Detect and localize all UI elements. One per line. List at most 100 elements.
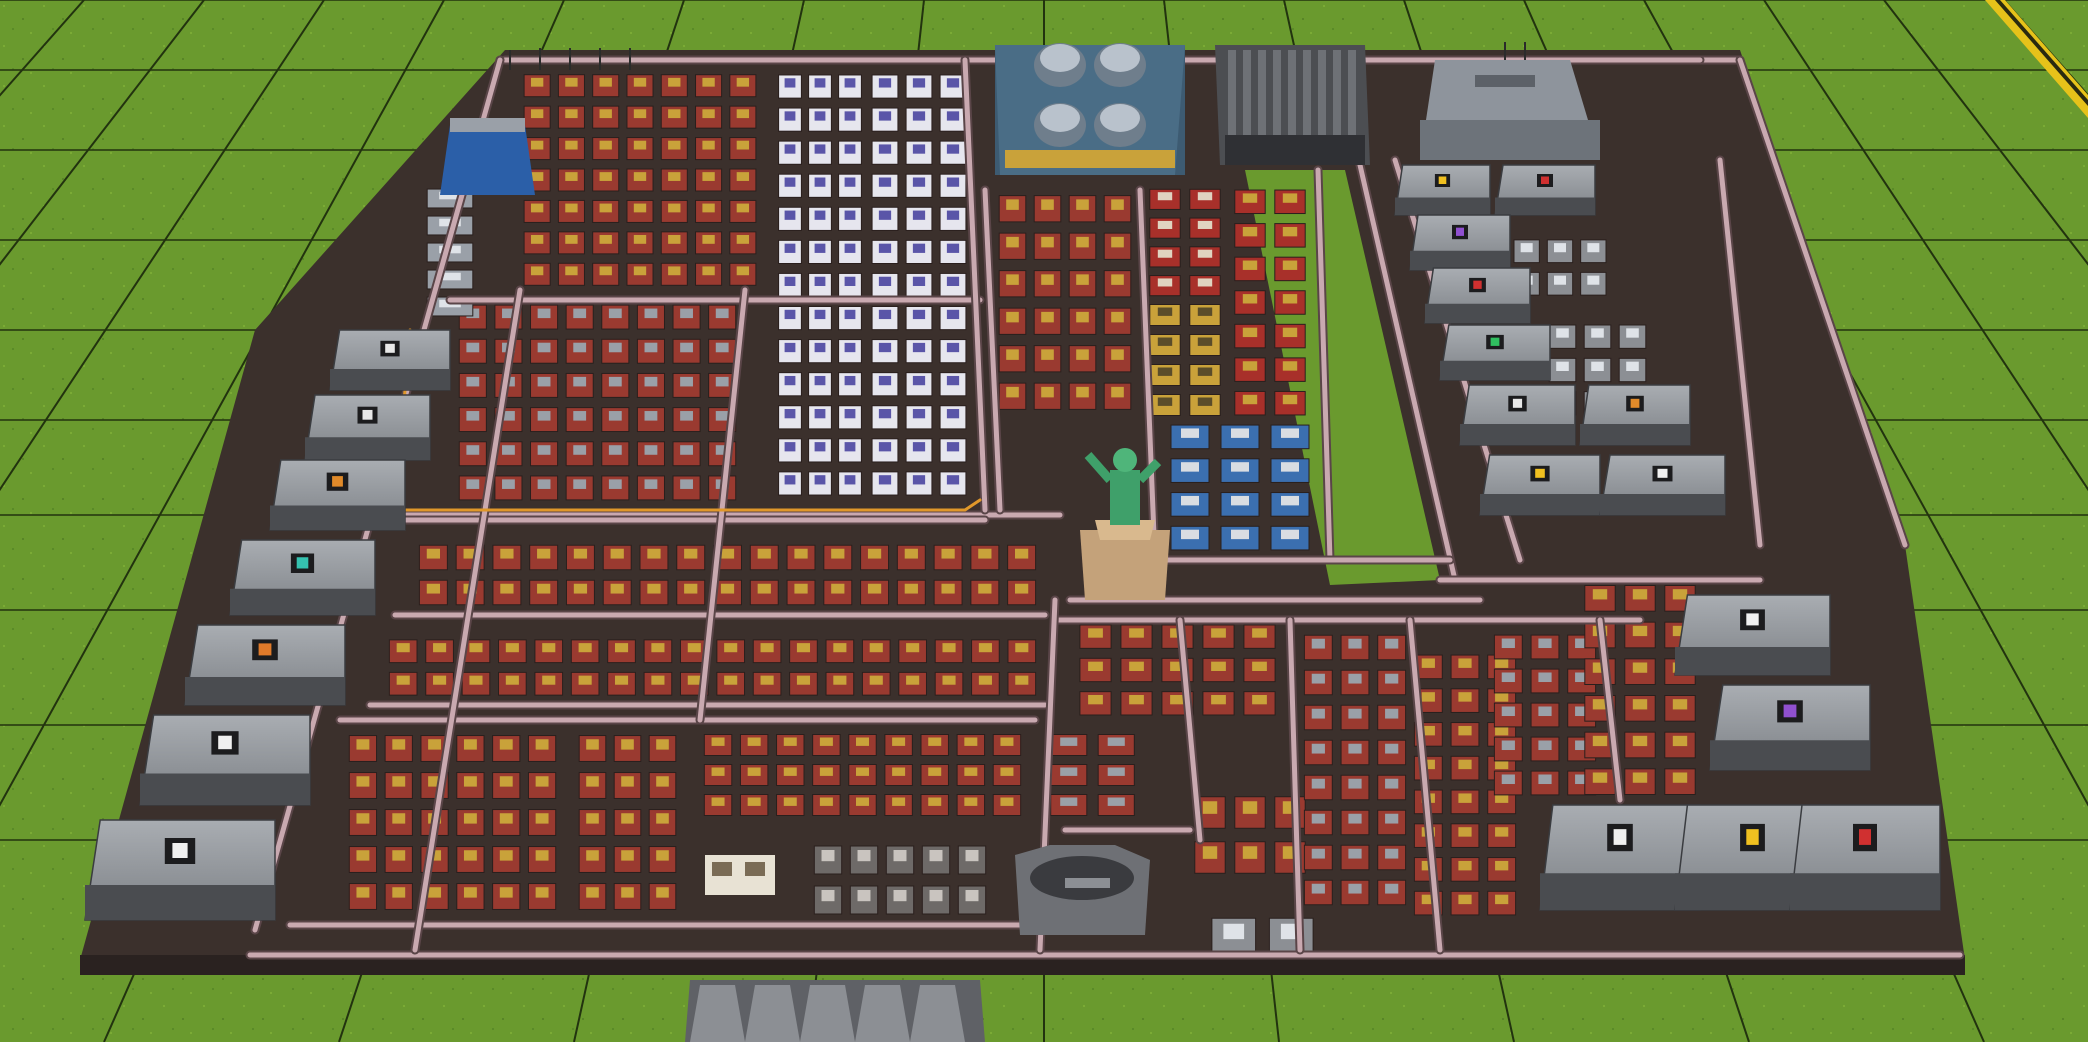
roof-rib [1348, 50, 1356, 135]
machine-top [578, 675, 592, 685]
silo-structure[interactable] [1015, 845, 1150, 935]
machine-top [356, 776, 370, 787]
container-side [1600, 494, 1725, 515]
machine-top [1501, 638, 1515, 649]
machine-top [1385, 743, 1399, 754]
storage-container[interactable] [329, 329, 451, 391]
machine-top [1242, 294, 1258, 304]
machine-top [946, 111, 960, 121]
machine-top [736, 266, 750, 276]
machine-top [1385, 813, 1399, 824]
machine-top [668, 140, 681, 150]
machine-top [542, 643, 556, 653]
machine-top [1197, 307, 1213, 316]
machine-top [1231, 529, 1249, 540]
machine-top [1626, 328, 1639, 338]
machine-top [1385, 638, 1399, 649]
storage-container[interactable] [1579, 384, 1691, 446]
machine-top [892, 737, 906, 746]
research-labs[interactable] [995, 43, 1185, 175]
machine-top [946, 177, 960, 187]
storage-container[interactable] [1494, 164, 1596, 216]
storage-container[interactable] [1674, 594, 1831, 676]
machine-top [573, 548, 588, 559]
machine-top [912, 276, 926, 286]
machine-top [1211, 661, 1226, 671]
machine-top [1252, 695, 1267, 705]
machine-top [784, 210, 796, 220]
machine-top [1554, 243, 1566, 253]
assembler-block-f[interactable] [703, 734, 1022, 816]
machine-top [878, 375, 892, 386]
machine-top [565, 235, 578, 244]
machine-top [814, 276, 826, 286]
machine-top [720, 548, 735, 559]
machine-top [878, 210, 892, 220]
machine-top [586, 776, 599, 787]
assembler-block-e[interactable] [578, 735, 677, 910]
machine-top [941, 548, 955, 559]
machine-top [814, 177, 826, 187]
storage-container[interactable] [1479, 454, 1601, 516]
storage-container[interactable] [184, 624, 346, 706]
machine-top [392, 850, 406, 861]
machine-top [814, 442, 826, 452]
machine-top [614, 675, 629, 685]
machine-top [702, 172, 715, 181]
machine-top [1076, 199, 1089, 210]
machine-top [844, 78, 856, 88]
container-side [270, 505, 405, 530]
storage-container[interactable] [84, 819, 276, 921]
storage-container[interactable] [1439, 324, 1551, 381]
machine-top [608, 308, 622, 319]
machine-top [356, 887, 370, 898]
beacon-panel[interactable] [705, 855, 775, 895]
machine-top [904, 548, 918, 559]
storage-container[interactable] [1409, 214, 1511, 271]
machine-top [814, 210, 826, 220]
machine-top [715, 411, 729, 421]
machine-top [904, 583, 918, 594]
machine-top [1015, 548, 1029, 559]
machine-top [892, 767, 906, 776]
machine-top [530, 172, 544, 181]
storage-container[interactable] [1599, 454, 1726, 516]
machine-top [668, 77, 681, 87]
game-viewport[interactable] [0, 0, 2088, 1042]
machine-top [1458, 894, 1472, 905]
storage-container[interactable] [1709, 684, 1871, 771]
storage-container[interactable] [139, 714, 311, 806]
storage-container[interactable] [1459, 384, 1576, 446]
machine-top [1000, 767, 1014, 776]
machine-top [469, 643, 483, 653]
machine-top [644, 342, 658, 353]
machine-top [1385, 883, 1399, 894]
machine-top [878, 144, 892, 154]
machine-top [784, 442, 796, 452]
machine-top [621, 813, 634, 824]
storage-container[interactable] [229, 539, 376, 616]
machine-top [535, 739, 549, 750]
storage-container[interactable] [304, 394, 431, 461]
machine-top [633, 77, 647, 87]
machine-top [1348, 778, 1362, 789]
machine-top [783, 767, 797, 776]
machine-top [878, 342, 892, 353]
machine-top [1632, 662, 1648, 673]
machine-top [537, 583, 551, 594]
assembler-block-a[interactable] [523, 74, 757, 286]
assembler-block-m[interactable] [1493, 634, 1597, 796]
storage-container[interactable] [269, 459, 406, 531]
refinery-building[interactable] [1215, 45, 1370, 165]
machine-top [1231, 462, 1249, 472]
machine-top [1041, 386, 1054, 398]
storage-container[interactable] [1394, 164, 1491, 216]
machine-top [1076, 274, 1089, 285]
storage-tank-blue[interactable] [440, 118, 535, 195]
machine-top [499, 850, 513, 861]
machine-top [621, 850, 634, 861]
storage-container[interactable] [1789, 804, 1941, 911]
green-module-icon [1490, 337, 1500, 346]
warehouse-building[interactable] [1420, 60, 1600, 160]
storage-container[interactable] [1424, 267, 1531, 324]
